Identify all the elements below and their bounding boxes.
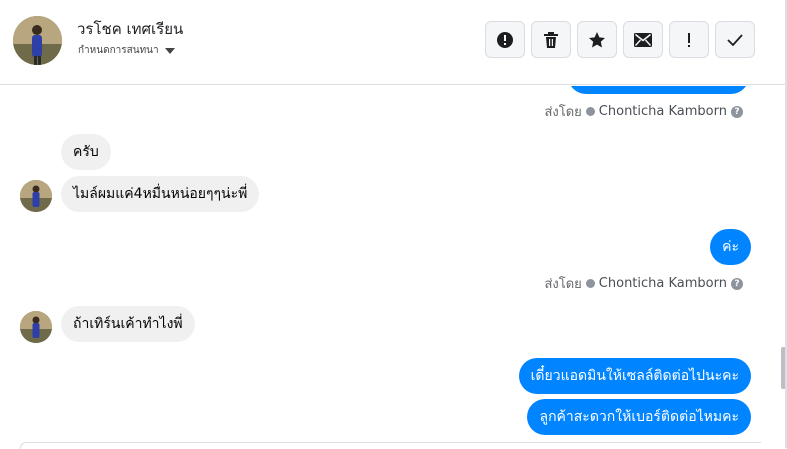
sender-avatar[interactable]: [20, 180, 52, 212]
delete-button[interactable]: [531, 21, 571, 58]
check-icon: [727, 33, 743, 46]
incoming-message[interactable]: ครับ: [61, 134, 111, 170]
message-thread: ส่งโดย Chonticha Kamborn ? ครับ ไมล์ผมแค…: [0, 86, 778, 448]
star-icon: [589, 31, 605, 47]
conversation-header: วรโชค เทศเรียน กำหนดการสนทนา: [0, 0, 787, 85]
outgoing-message[interactable]: ค่ะ: [710, 229, 751, 265]
verified-icon: [585, 107, 595, 116]
outgoing-message[interactable]: เดี๋ยวแอดมินให้เซลล์ติดต่อไปนะคะ: [518, 358, 751, 394]
sender-name[interactable]: Chonticha Kamborn: [599, 276, 727, 291]
help-icon[interactable]: ?: [731, 105, 743, 118]
contact-name[interactable]: วรโชค เทศเรียน: [77, 17, 183, 41]
alert-circle-icon: [497, 31, 513, 48]
star-button[interactable]: [577, 21, 617, 58]
mark-done-button[interactable]: [715, 21, 755, 58]
incoming-message[interactable]: ไมล์ผมแค่4หมื่นหน่อยๆๆน่ะพี่: [61, 176, 260, 212]
mark-unread-button[interactable]: [623, 21, 663, 58]
incoming-message[interactable]: ถ้าเทิร์นเค้าทำไงพี่: [61, 306, 195, 342]
conversation-settings-menu[interactable]: กำหนดการสนทนา: [78, 43, 175, 58]
conversation-settings-label: กำหนดการสนทนา: [78, 45, 159, 56]
sent-by-label: ส่งโดย Chonticha Kamborn ?: [544, 273, 743, 294]
caret-down-icon: [164, 48, 175, 54]
sent-by-prefix: ส่งโดย: [544, 105, 582, 120]
sender-name[interactable]: Chonticha Kamborn: [599, 104, 727, 119]
envelope-icon: [634, 32, 652, 47]
verified-icon: [585, 279, 595, 288]
sent-by-prefix: ส่งโดย: [544, 277, 582, 292]
sent-by-label: ส่งโดย Chonticha Kamborn ?: [544, 101, 743, 122]
mark-important-button[interactable]: [669, 21, 709, 58]
help-icon[interactable]: ?: [731, 277, 743, 290]
trash-icon: [544, 31, 558, 48]
sender-avatar[interactable]: [20, 311, 52, 343]
header-actions: [485, 21, 755, 58]
outgoing-message-partial[interactable]: [568, 86, 749, 94]
report-button[interactable]: [485, 21, 525, 58]
outgoing-message[interactable]: ลูกค้าสะดวกให้เบอร์ติดต่อไหมคะ: [527, 399, 751, 435]
exclamation-icon: [688, 32, 690, 47]
contact-avatar[interactable]: [13, 16, 62, 65]
